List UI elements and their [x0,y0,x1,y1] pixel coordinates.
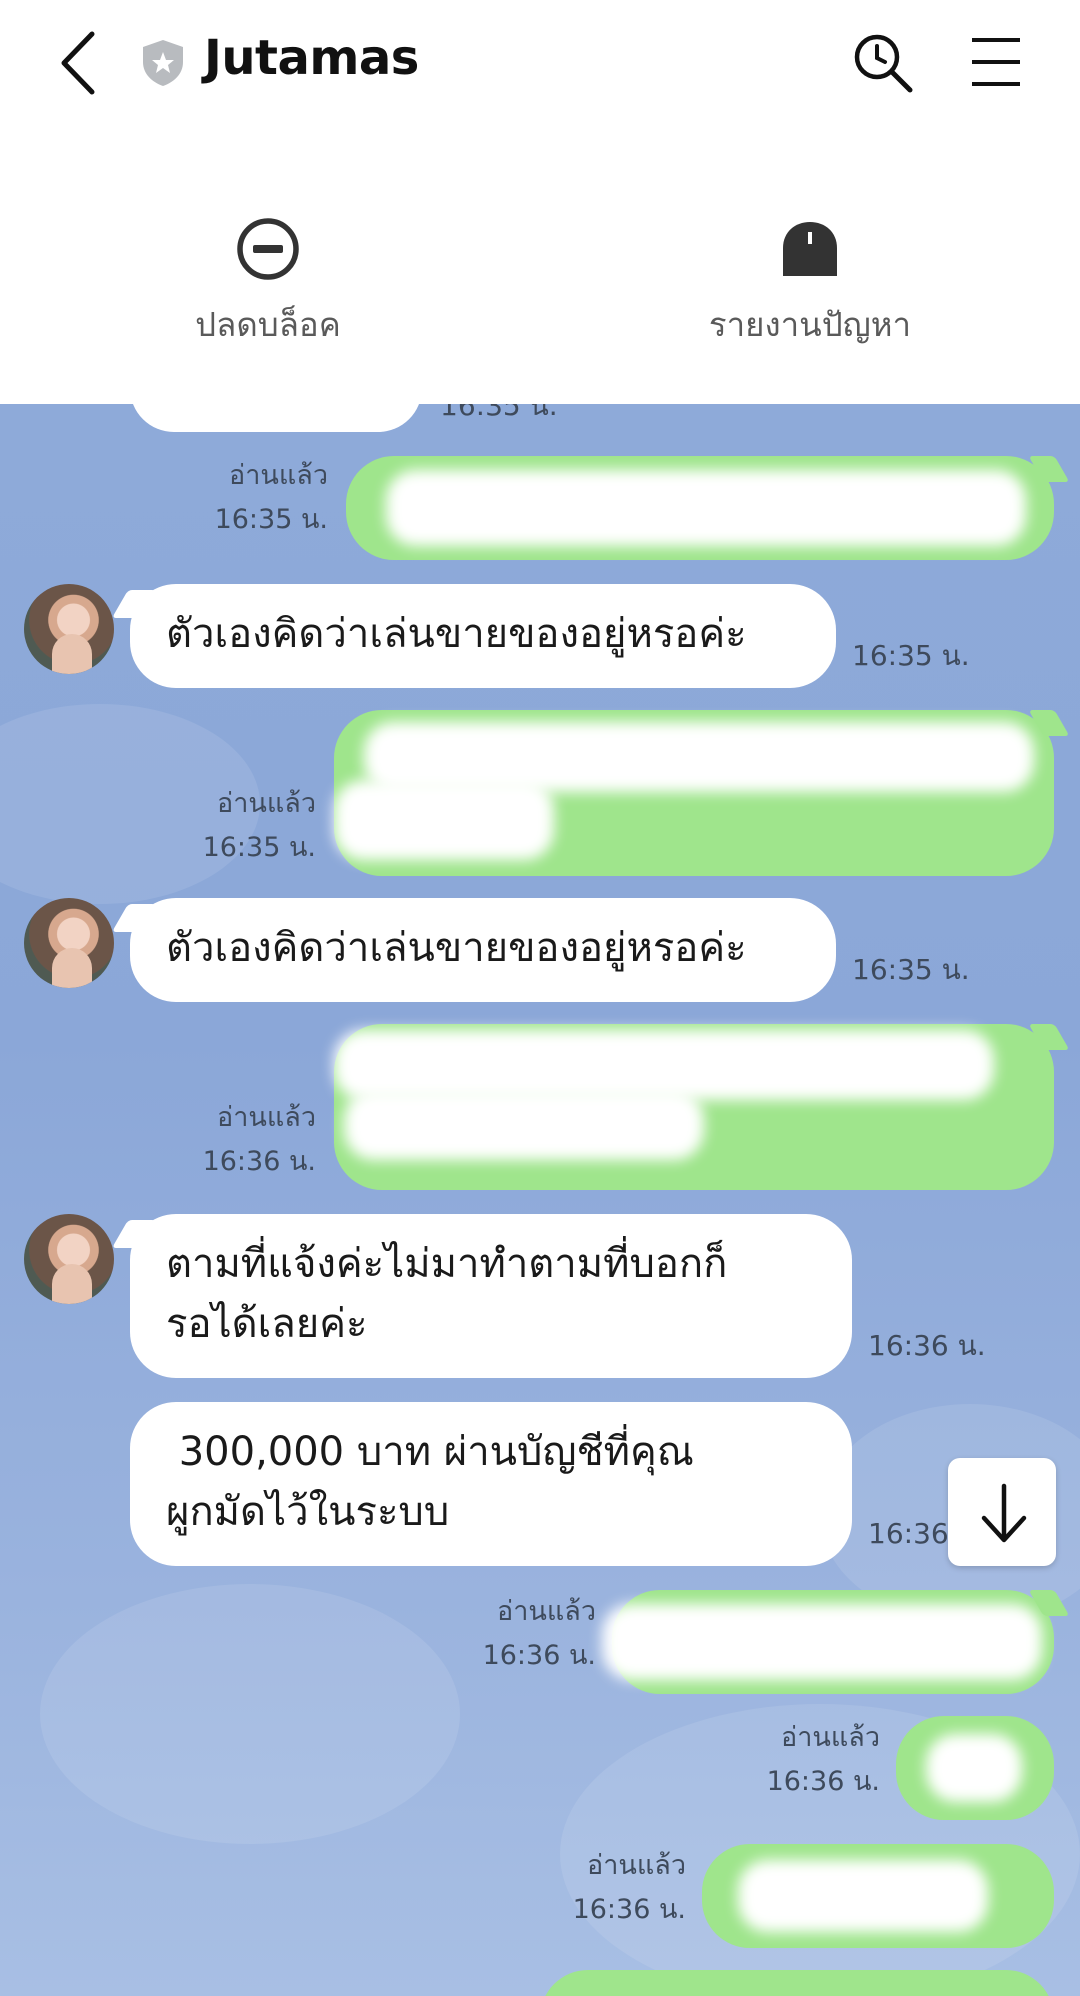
message-text-line: ผูกมัดไว้ในระบบ [166,1489,450,1535]
message-text-line: ตามที่แจ้งค่ะไม่มาทำตามที่บอกก็ [166,1241,728,1287]
search-icon [854,34,913,93]
report-button[interactable]: รายงานปัญหา [660,214,960,351]
arrow-down-icon [981,1483,1027,1543]
message-text-line: 300,000 บาท ผ่านบัญชีที่คุณ [166,1429,694,1475]
chat-area[interactable]: 16:35 น. อ่านแล้ว 16:35 น. ตัวเองคิดว่าเ… [0,404,1080,1996]
message-text: ตัวเองคิดว่าเล่นขายของอยู่หรอค่ะ [166,611,747,657]
read-receipt: อ่านแล้ว 16:36 น. [482,1596,596,1671]
outgoing-message[interactable] [602,1590,1054,1694]
outgoing-message[interactable] [334,1024,1054,1190]
read-receipt: อ่านแล้ว 16:35 น. [202,788,316,863]
avatar[interactable] [24,898,114,988]
incoming-message[interactable]: ตัวเองคิดว่าเล่นขายของอยู่หรอค่ะ [130,898,836,1002]
outgoing-message[interactable] [334,710,1054,876]
incoming-message[interactable]: 300,000 บาท ผ่านบัญชีที่คุณ ผูกมัดไว้ในร… [130,1402,852,1566]
message-time: 16:36 น. [868,1329,986,1362]
read-receipt: อ่านแล้ว 16:36 น. [766,1722,880,1797]
shield-icon [140,38,186,88]
unblock-button[interactable]: ปลดบล็อค [118,214,418,351]
outgoing-message-partial[interactable] [540,1970,1054,1996]
avatar[interactable] [24,1214,114,1304]
redacted-content [926,1734,1022,1802]
message-time: 16:35 น. [852,639,970,672]
outgoing-message[interactable] [896,1716,1054,1820]
report-label: รายงานปัญหา [708,305,912,344]
report-icon [783,222,837,276]
incoming-message[interactable]: ตัวเองคิดว่าเล่นขายของอยู่หรอค่ะ [130,584,836,688]
message-time: 16:35 น. [440,404,558,422]
chevron-left-icon [61,31,95,95]
avatar[interactable] [24,584,114,674]
search-button[interactable] [850,30,916,96]
message-text: ตัวเองคิดว่าเล่นขายของอยู่หรอค่ะ [166,925,747,971]
redacted-content [602,1604,1042,1680]
message-time: 16:35 น. [852,953,970,986]
redacted-content [344,1090,704,1160]
outgoing-message[interactable] [346,456,1054,560]
outgoing-message[interactable] [702,1844,1054,1948]
chat-header: Jutamas ปลดบล็อค รายงานปัญหา [0,0,1080,404]
unblock-icon [237,218,299,280]
scroll-to-bottom-button[interactable] [948,1458,1056,1566]
message-text-line: รอได้เลยค่ะ [166,1301,368,1347]
unblock-label: ปลดบล็อค [195,305,341,344]
read-receipt: อ่านแล้ว 16:36 น. [202,1102,316,1177]
read-receipt: อ่านแล้ว 16:35 น. [214,460,328,535]
hamburger-menu-icon [972,38,1020,86]
back-button[interactable] [52,28,112,98]
incoming-message-partial[interactable] [130,404,422,432]
redacted-content [334,780,554,860]
menu-button[interactable] [968,34,1024,90]
incoming-message[interactable]: ตามที่แจ้งค่ะไม่มาทำตามที่บอกก็ รอได้เลย… [130,1214,852,1378]
redacted-content [386,470,1026,546]
redacted-content [738,1860,988,1932]
chat-title: Jutamas [204,30,419,86]
read-receipt: อ่านแล้ว 16:36 น. [572,1850,686,1925]
background-cloud [40,1584,460,1844]
